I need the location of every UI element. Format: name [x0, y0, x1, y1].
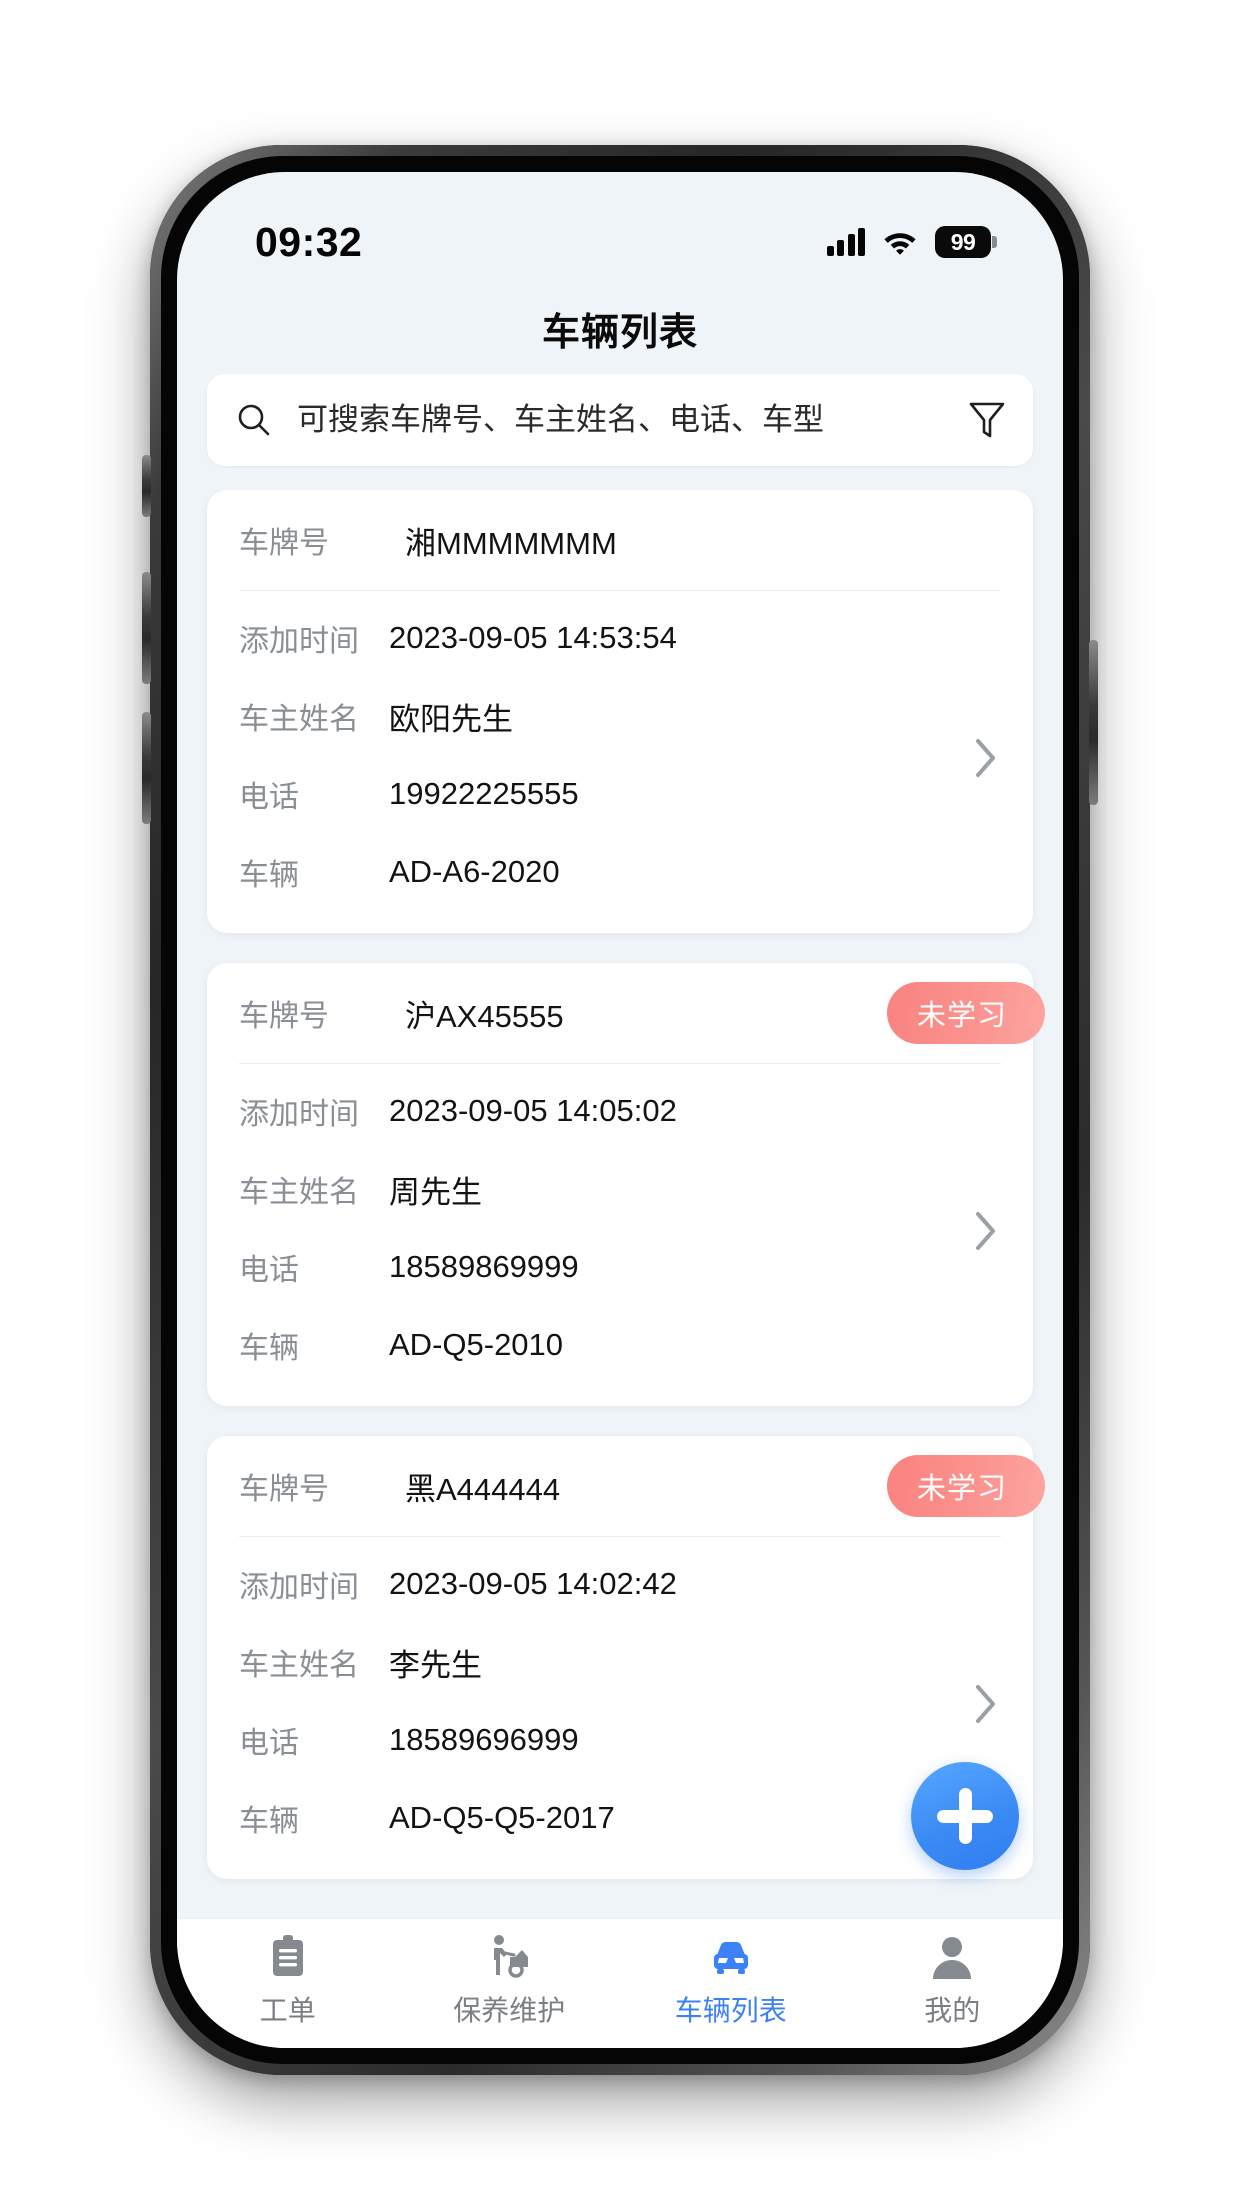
vehicle-value: AD-Q5-2010	[389, 1327, 564, 1362]
vehicle-label: 车辆	[239, 1805, 299, 1838]
added-time-label: 添加时间	[239, 1571, 359, 1604]
plate-label: 车牌号	[239, 527, 329, 560]
chevron-right-icon[interactable]	[973, 736, 999, 780]
tab-work-order[interactable]: 工单	[177, 1933, 399, 2029]
power-button[interactable]	[1089, 640, 1098, 805]
volume-up-button[interactable]	[142, 572, 151, 684]
signal-bars-icon	[826, 227, 865, 256]
owner-name-value: 李先生	[389, 1647, 482, 1683]
wifi-icon	[884, 233, 916, 255]
page-title: 车辆列表	[541, 311, 698, 354]
added-time-row: 添加时间 2023-09-05 14:05:02	[239, 1072, 1001, 1150]
vehicle-label: 车辆	[239, 1332, 299, 1365]
phone-row: 电话 19922225555	[239, 755, 1001, 833]
plate-value: 黑A444444	[405, 1471, 561, 1507]
vehicle-row: 车辆 AD-Q5-2010	[239, 1306, 1001, 1384]
vehicle-card-body: 添加时间 2023-09-05 14:02:42 车主姓名 李先生 电话 185…	[207, 1537, 1033, 1871]
added-time-label: 添加时间	[239, 1098, 359, 1131]
status-bar: 09:32 99	[177, 172, 1063, 282]
battery-level-text: 99	[950, 228, 976, 255]
phone-value: 18589869999	[389, 1249, 579, 1284]
owner-name-row: 车主姓名 李先生	[239, 1623, 1001, 1701]
owner-name-row: 车主姓名 周先生	[239, 1150, 1001, 1228]
vehicle-card-header: 车牌号 黑A444444 未学习	[207, 1436, 1045, 1536]
phone-row: 电话 18589869999	[239, 1228, 1001, 1306]
added-time-value: 2023-09-05 14:53:54	[389, 620, 677, 655]
plate-label: 车牌号	[239, 1473, 329, 1506]
clipboard-icon	[272, 1935, 303, 1976]
tab-label: 工单	[259, 1995, 316, 2026]
owner-name-value: 周先生	[389, 1174, 482, 1210]
added-time-value: 2023-09-05 14:05:02	[389, 1093, 677, 1128]
owner-name-row: 车主姓名 欧阳先生	[239, 677, 1001, 755]
vehicle-card[interactable]: 车牌号 沪AX45555 未学习 添加时间 2023-09-05 14:05:0…	[207, 963, 1045, 1406]
vehicle-card[interactable]: 车牌号 湘MMMMMMM 添加时间 2023-09-05 14:53:54 车主…	[207, 490, 1033, 933]
volume-down-button[interactable]	[142, 712, 151, 824]
owner-name-value: 欧阳先生	[389, 701, 513, 737]
search-icon	[238, 404, 270, 436]
owner-name-label: 车主姓名	[239, 703, 359, 736]
person-icon	[933, 1937, 972, 1979]
vehicle-card-body: 添加时间 2023-09-05 14:53:54 车主姓名 欧阳先生 电话 19…	[207, 591, 1033, 925]
vehicle-label: 车辆	[239, 859, 299, 892]
added-time-value: 2023-09-05 14:02:42	[389, 1566, 677, 1601]
tab-profile[interactable]: 我的	[842, 1933, 1064, 2029]
vehicle-row: 车辆 AD-A6-2020	[239, 833, 1001, 911]
page-header: 车辆列表	[177, 282, 1063, 374]
phone-label: 电话	[239, 1727, 299, 1760]
search-input[interactable]	[273, 402, 967, 438]
add-vehicle-fab[interactable]	[911, 1762, 1019, 1870]
phone-row: 电话 18589696999	[239, 1701, 1001, 1779]
vehicle-card-header: 车牌号 沪AX45555 未学习	[207, 963, 1045, 1063]
vehicle-row: 车辆 AD-Q5-Q5-2017	[239, 1779, 1001, 1857]
phone-value: 19922225555	[389, 776, 579, 811]
battery-icon: 99	[935, 226, 997, 258]
phone-mockup-frame: 09:32 99 车辆列表 可搜索车牌号、车主姓名、电话、车型 车牌号 湘MMM…	[150, 145, 1090, 2075]
chevron-right-icon[interactable]	[973, 1209, 999, 1253]
tab-label: 保养维护	[453, 1995, 566, 2026]
vehicle-card-header: 车牌号 湘MMMMMMM	[207, 490, 1033, 590]
tab-label: 车辆列表	[674, 1995, 787, 2026]
phone-label: 电话	[239, 1254, 299, 1287]
phone-screen: 09:32 99 车辆列表 可搜索车牌号、车主姓名、电话、车型 车牌号 湘MMM…	[177, 172, 1063, 2048]
vehicle-value: AD-A6-2020	[389, 854, 560, 889]
added-time-label: 添加时间	[239, 625, 359, 658]
phone-bezel: 09:32 99 车辆列表 可搜索车牌号、车主姓名、电话、车型 车牌号 湘MMM…	[161, 156, 1079, 2064]
plate-value: 湘MMMMMMM	[405, 525, 617, 561]
phone-value: 18589696999	[389, 1722, 579, 1757]
status-badge: 未学习	[887, 982, 1045, 1044]
added-time-row: 添加时间 2023-09-05 14:02:42	[239, 1545, 1001, 1623]
filter-funnel-icon[interactable]	[967, 399, 1007, 441]
chevron-right-icon[interactable]	[973, 1682, 999, 1726]
status-bar-indicators: 99	[826, 226, 997, 258]
status-bar-clock: 09:32	[255, 218, 363, 265]
owner-name-label: 车主姓名	[239, 1649, 359, 1682]
phone-label: 电话	[239, 781, 299, 814]
plate-value: 沪AX45555	[405, 998, 564, 1034]
car-icon	[713, 1942, 748, 1974]
mute-switch-button[interactable]	[142, 455, 151, 517]
vehicle-card[interactable]: 车牌号 黑A444444 未学习 添加时间 2023-09-05 14:02:4…	[207, 1436, 1045, 1879]
vehicle-list[interactable]: 车牌号 湘MMMMMMM 添加时间 2023-09-05 14:53:54 车主…	[177, 490, 1063, 1918]
vehicle-value: AD-Q5-Q5-2017	[389, 1800, 615, 1835]
car-repair-icon	[494, 1935, 529, 1978]
owner-name-label: 车主姓名	[239, 1176, 359, 1209]
vehicle-card-body: 添加时间 2023-09-05 14:05:02 车主姓名 周先生 电话 185…	[207, 1064, 1033, 1398]
status-badge: 未学习	[887, 1455, 1045, 1517]
bottom-tab-bar[interactable]: 工单 保养维护 车辆列表 我的	[177, 1918, 1063, 2048]
screenshot-canvas: 09:32 99 车辆列表 可搜索车牌号、车主姓名、电话、车型 车牌号 湘MMM…	[0, 0, 1242, 2208]
plate-label: 车牌号	[239, 1000, 329, 1033]
tab-vehicle-list[interactable]: 车辆列表	[620, 1933, 842, 2029]
tab-label: 我的	[924, 1995, 981, 2026]
tab-maintenance[interactable]: 保养维护	[399, 1933, 621, 2029]
added-time-row: 添加时间 2023-09-05 14:53:54	[239, 599, 1001, 677]
search-bar[interactable]	[207, 374, 1033, 466]
